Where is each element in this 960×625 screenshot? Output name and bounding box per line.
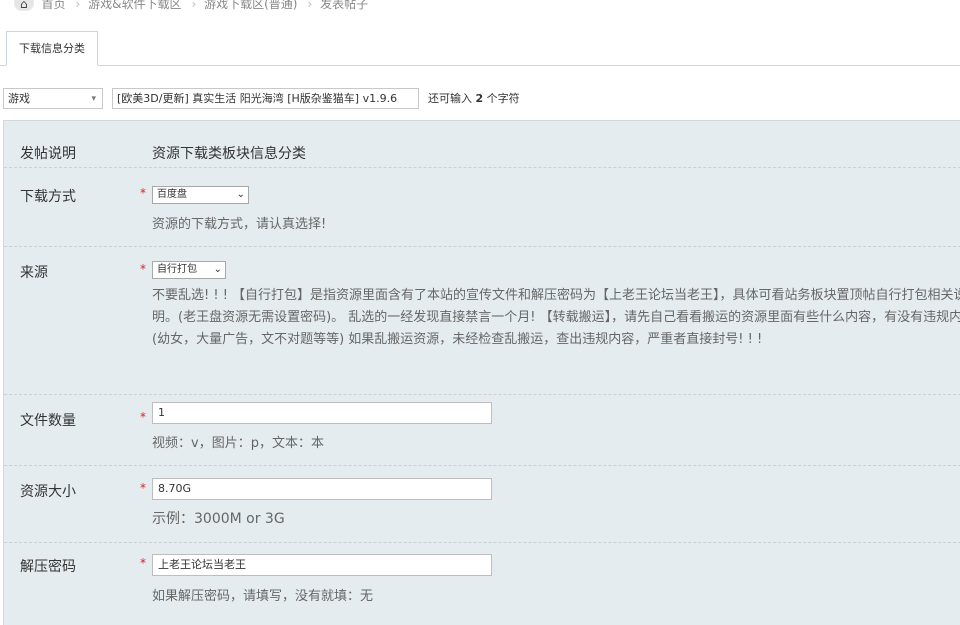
required-mark: * — [140, 186, 146, 200]
breadcrumb-item-section[interactable]: 游戏&软件下载区 — [88, 0, 181, 11]
download-method-value: 百度盘 — [157, 189, 187, 200]
breadcrumb-item-current: 发表帖子 — [320, 0, 369, 11]
file-count-help: 视频：v，图片：p，文本：本 — [152, 436, 324, 451]
form-row-source: 来源 * 自行打包 ⌄ 不要乱选! ! ! 【自行打包】是指资源里面含有了本站的… — [4, 247, 960, 395]
source-value: 自行打包 — [157, 264, 197, 275]
form-row-intro: 发帖说明 资源下载类板块信息分类 — [4, 121, 960, 168]
download-method-help: 资源的下载方式，请认真选择! — [152, 217, 327, 232]
required-mark: * — [140, 556, 146, 570]
chevron-down-icon: ⌄ — [213, 264, 222, 275]
source-label: 来源 — [20, 265, 48, 281]
password-label: 解压密码 — [20, 559, 76, 575]
breadcrumb-item-home[interactable]: 首页 — [41, 0, 65, 11]
required-mark: * — [140, 481, 146, 495]
form-row-size: 资源大小 * 8.70G 示例：3000M or 3G — [4, 466, 960, 543]
required-mark: * — [140, 262, 146, 276]
file-count-input[interactable]: 1 — [152, 402, 492, 424]
classification-form: 发帖说明 资源下载类板块信息分类 下载方式 * 百度盘 ⌄ 资源的下载方式，请认… — [3, 120, 960, 625]
download-method-label: 下载方式 — [20, 189, 76, 205]
tab-download-info[interactable]: 下载信息分类 — [6, 31, 98, 66]
form-row-file-count: 文件数量 * 1 视频：v，图片：p，文本：本 — [4, 395, 960, 466]
password-input[interactable]: 上老王论坛当老王 — [152, 554, 492, 576]
post-type-select[interactable]: 游戏 ▾ — [3, 88, 103, 109]
intro-label: 发帖说明 — [20, 146, 76, 162]
title-input[interactable]: [欧美3D/更新] 真实生活 阳光海湾 [H版杂鉴猫车] v1.9.6 — [112, 88, 419, 109]
home-icon[interactable]: ⌂ — [14, 0, 34, 11]
tab-bar: 下载信息分类 — [0, 31, 960, 66]
size-help: 示例：3000M or 3G — [152, 511, 285, 527]
source-select[interactable]: 自行打包 ⌄ — [152, 261, 226, 279]
required-mark: * — [140, 410, 146, 424]
remaining-prefix: 还可输入 — [428, 92, 472, 105]
breadcrumb: ⌂ 首页 › 游戏&软件下载区 › 游戏下载区(普通) › 发表帖子 — [0, 0, 960, 12]
download-method-select[interactable]: 百度盘 ⌄ — [152, 186, 249, 204]
post-type-row: 游戏 ▾ [欧美3D/更新] 真实生活 阳光海湾 [H版杂鉴猫车] v1.9.6… — [0, 88, 960, 110]
remaining-count: 2 — [475, 92, 484, 105]
form-row-download-method: 下载方式 * 百度盘 ⌄ 资源的下载方式，请认真选择! — [4, 168, 960, 247]
remaining-chars: 还可输入 2 个字符 — [428, 88, 520, 109]
post-type-value: 游戏 — [8, 92, 30, 105]
chevron-down-icon: ▾ — [91, 94, 96, 104]
form-row-password: 解压密码 * 上老王论坛当老王 如果解压密码，请填写，没有就填：无 — [4, 543, 960, 625]
intro-value: 资源下载类板块信息分类 — [152, 146, 306, 162]
file-count-label: 文件数量 — [20, 413, 76, 429]
source-help: 不要乱选! ! ! 【自行打包】是指资源里面含有了本站的宣传文件和解压密码为【上… — [152, 288, 960, 347]
remaining-suffix: 个字符 — [486, 92, 520, 105]
size-label: 资源大小 — [20, 484, 76, 500]
password-help: 如果解压密码，请填写，没有就填：无 — [152, 589, 374, 604]
size-input[interactable]: 8.70G — [152, 478, 492, 500]
breadcrumb-item-forum[interactable]: 游戏下载区(普通) — [204, 0, 297, 11]
chevron-down-icon: ⌄ — [236, 189, 245, 200]
